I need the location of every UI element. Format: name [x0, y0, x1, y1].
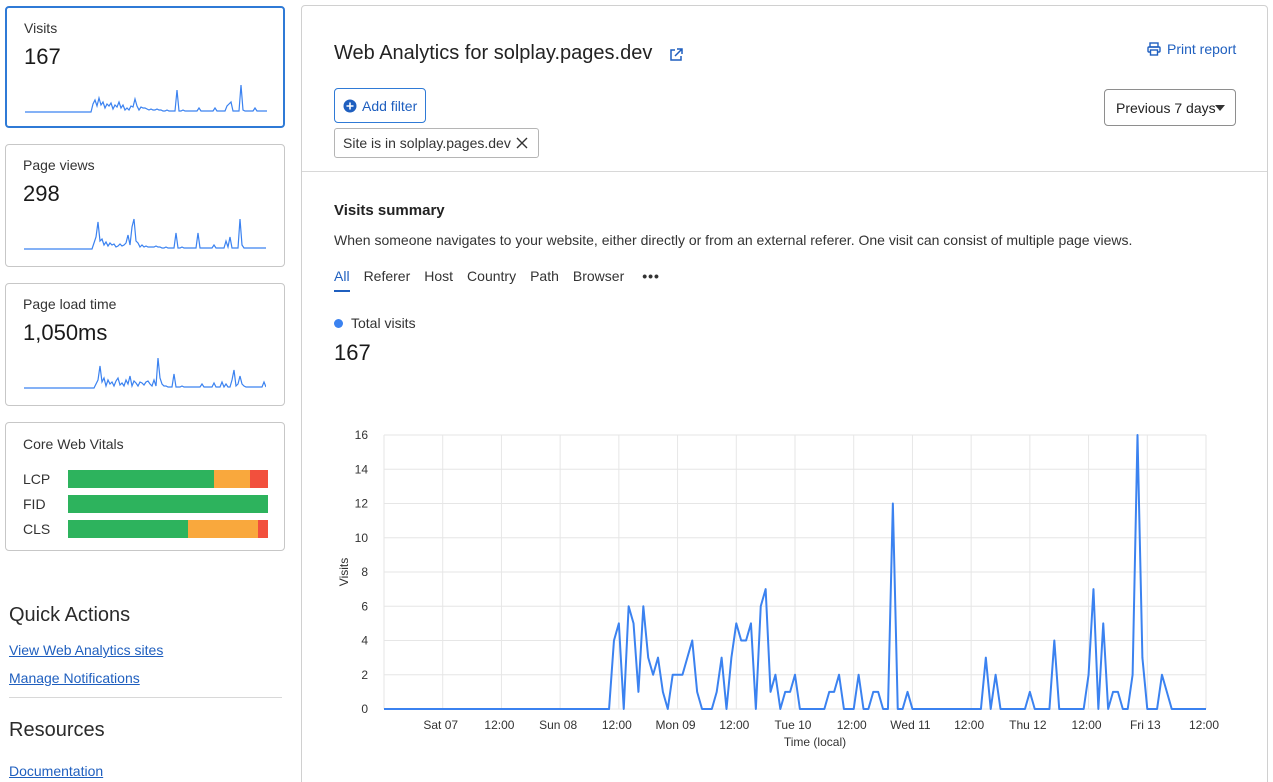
visits-chart: 0 2 4 6 8 10 12 14 16 Sat 07 12:00 Sun 08 12:00 Mon 0…: [337, 428, 1219, 749]
cwv-segment-needs-improvement: [188, 520, 258, 538]
x-tick-label: 12:00: [719, 718, 749, 732]
cwv-metric-label: FID: [23, 496, 46, 512]
core-web-vitals-title: Core Web Vitals: [23, 436, 124, 452]
tab-referer[interactable]: Referer: [364, 268, 411, 290]
period-select-label: Previous 7 days: [1116, 99, 1216, 116]
page-views-card[interactable]: Page views 298: [5, 144, 285, 267]
page-load-time-sparkline: [24, 357, 266, 389]
cwv-metric-label: CLS: [23, 521, 51, 537]
page-title: Web Analytics for solplay.pages.dev: [334, 42, 653, 64]
cwv-row-lcp: LCP: [23, 470, 273, 488]
add-filter-button[interactable]: Add filter: [334, 88, 426, 123]
filter-chip: Site is in solplay.pages.dev: [334, 128, 539, 158]
x-tick-label: 12:00: [602, 718, 632, 732]
x-tick-label: Fri 13: [1130, 718, 1161, 732]
core-web-vitals-card: Core Web Vitals LCP FID CLS: [5, 422, 285, 551]
y-tick-label: 0: [361, 702, 368, 716]
x-tick-label: Sun 08: [539, 718, 577, 732]
y-tick-label: 2: [361, 668, 368, 682]
x-tick-label: Thu 12: [1009, 718, 1047, 732]
chevron-down-icon: [1215, 105, 1225, 111]
cwv-segment-good: [68, 520, 188, 538]
page-views-card-value: 298: [23, 181, 60, 206]
resources-heading: Resources: [9, 719, 105, 741]
more-tabs-icon[interactable]: •••: [642, 268, 660, 290]
cwv-segment-poor: [258, 520, 268, 538]
cwv-row-cls: CLS: [23, 520, 273, 538]
page-load-time-card-label: Page load time: [23, 296, 117, 312]
main-panel: Web Analytics for solplay.pages.dev Prin…: [301, 5, 1268, 782]
legend-label: Total visits: [351, 315, 416, 331]
view-web-analytics-sites-link[interactable]: View Web Analytics sites: [9, 642, 163, 658]
cwv-row-fid: FID: [23, 495, 273, 513]
x-tick-label: 12:00: [484, 718, 514, 732]
cwv-segment-good: [68, 495, 268, 513]
tab-host[interactable]: Host: [424, 268, 453, 290]
x-tick-label: Sat 07: [423, 718, 458, 732]
documentation-link[interactable]: Documentation: [9, 763, 103, 779]
cwv-bar-cls: [68, 520, 268, 538]
visits-card-label: Visits: [24, 20, 58, 36]
tab-path[interactable]: Path: [530, 268, 559, 290]
x-tick-label: 12:00: [954, 718, 984, 732]
cwv-segment-needs-improvement: [214, 470, 250, 488]
header-divider: [302, 171, 1267, 172]
print-report-button[interactable]: Print report: [1147, 41, 1236, 57]
cwv-metric-label: LCP: [23, 471, 51, 487]
cwv-segment-good: [68, 470, 214, 488]
y-tick-label: 10: [355, 531, 369, 545]
period-select[interactable]: Previous 7 days: [1104, 89, 1236, 126]
page-views-sparkline: [24, 218, 266, 250]
y-tick-label: 14: [355, 462, 369, 476]
tab-country[interactable]: Country: [467, 268, 516, 290]
y-tick-label: 4: [361, 634, 368, 648]
page-views-card-label: Page views: [23, 157, 95, 173]
manage-notifications-link[interactable]: Manage Notifications: [9, 670, 140, 686]
add-filter-label: Add filter: [362, 97, 418, 114]
y-tick-label: 12: [355, 497, 369, 511]
page-load-time-card-value: 1,050ms: [23, 320, 108, 345]
x-tick-label: 12:00: [1072, 718, 1102, 732]
x-axis-title: Time (local): [784, 735, 846, 749]
cwv-segment-poor: [250, 470, 268, 488]
cwv-bar-fid: [68, 495, 268, 513]
visits-card[interactable]: Visits 167: [5, 6, 285, 128]
print-report-label: Print report: [1167, 41, 1237, 57]
y-tick-label: 16: [355, 428, 369, 442]
quick-actions-heading: Quick Actions: [9, 604, 131, 626]
legend-dot: [334, 318, 343, 328]
x-tick-label: Mon 09: [656, 718, 696, 732]
dimension-tabs: All Referer Host Country Path Browser ••…: [334, 268, 674, 292]
filter-chip-label: Site is in solplay.pages.dev: [343, 135, 511, 151]
visits-sparkline: [25, 84, 267, 113]
page-load-time-card[interactable]: Page load time 1,050ms: [5, 283, 285, 406]
external-link-icon[interactable]: [669, 48, 683, 62]
tab-browser[interactable]: Browser: [573, 268, 624, 290]
cwv-bar-lcp: [68, 470, 268, 488]
plus-circle-icon: [343, 99, 357, 112]
x-tick-label: Wed 11: [890, 718, 931, 732]
close-icon[interactable]: [515, 136, 529, 150]
y-axis-title: Visits: [337, 558, 351, 586]
tab-all[interactable]: All: [334, 268, 350, 292]
visits-card-value: 167: [24, 44, 61, 69]
x-tick-label: Tue 10: [775, 718, 812, 732]
x-tick-label: 12:00: [837, 718, 867, 732]
visits-summary-title: Visits summary: [334, 202, 445, 219]
y-tick-label: 6: [361, 599, 368, 613]
printer-icon: [1147, 42, 1161, 56]
y-tick-label: 8: [361, 565, 368, 579]
chart-legend: Total visits: [334, 315, 416, 331]
total-visits-value: 167: [334, 340, 371, 365]
visits-summary-description: When someone navigates to your website, …: [334, 232, 1133, 248]
x-tick-label: 12:00: [1189, 718, 1219, 732]
sidebar-divider: [9, 697, 282, 698]
